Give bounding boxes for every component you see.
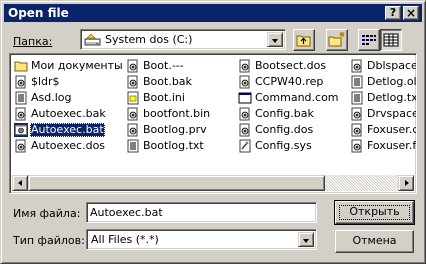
settings-file-icon [127,91,139,105]
filetype-label: Тип файлов: [13,234,85,247]
filename-field[interactable] [86,202,317,223]
location-label-text: Папка: [13,35,53,48]
file-name: Asd.log [31,91,72,104]
details-view-icon [383,33,399,47]
focus-rect [339,205,410,220]
file-name: Мои документы [31,59,123,72]
filetype-value: All Files (*.*) [91,233,159,246]
location-label: Папка: [13,35,52,48]
chevron-down-icon [272,39,278,43]
file-name: Boot.bak [143,75,192,88]
file-name: Detlog.old [367,75,417,88]
file-name: Bootsect.dos [255,59,327,72]
file-name: Dblspace.ini [367,59,416,72]
system-file-icon [351,139,362,153]
filename-input[interactable] [90,205,310,220]
text-file-icon [127,139,139,153]
file-name: Autoexec.dos [31,139,106,152]
location-dropdown-button[interactable] [267,32,283,47]
file-name: Command.com [255,91,339,104]
app-file-icon [238,92,252,104]
title-bar[interactable]: Open file ? × [4,4,422,22]
filetype-dropdown-button[interactable] [298,232,314,247]
file-name: Boot.--- [143,59,184,72]
open-file-dialog: Open file ? × Папка: System dos (C:) Мои… [0,0,426,264]
system-file-icon [127,123,138,137]
system-file-icon [15,139,26,153]
file-name: Config.sys [255,139,312,152]
filename-label: Имя файла: [13,207,81,220]
filetype-select[interactable]: All Files (*.*) [86,229,317,250]
file-name: Config.dos [255,123,314,136]
help-button[interactable]: ? [385,6,401,20]
location-value: System dos (C:) [105,33,193,46]
system-file-icon [15,107,26,121]
system-file-icon [239,59,250,73]
details-view-button[interactable] [380,29,402,51]
cancel-button[interactable]: Отмена [335,230,414,253]
system-file-icon [127,75,138,89]
new-folder-icon [328,32,345,47]
system-file-icon [15,75,26,89]
scroll-thumb[interactable] [28,175,325,191]
file-list[interactable]: Мои документы $ldr$ Asd.log Autoexec.bak Aut… [9,53,417,194]
drive-icon [84,33,101,46]
list-view-button[interactable] [358,29,380,51]
arrow-right-icon [405,180,409,186]
system-file-icon [127,107,138,121]
system-file-icon [239,107,250,121]
file-name: Foxuser.fpt [367,139,417,152]
close-button[interactable]: × [403,6,419,20]
config-file-icon [239,139,251,153]
location-combo[interactable]: System dos (C:) [80,29,286,50]
file-name: Boot.ini [143,91,185,104]
file-name: $ldr$ [31,75,60,88]
file-name: Config.bak [255,107,314,120]
file-name: CCPW40.rep [255,75,324,88]
chevron-down-icon [303,239,309,243]
file-name: Detlog.txt [367,91,417,104]
new-folder-button[interactable] [326,29,348,51]
scroll-left-button[interactable] [12,175,28,191]
file-name: Foxuser.dbf [367,123,416,136]
file-name: Autoexec.bat [30,123,105,137]
scroll-right-button[interactable] [398,175,414,191]
arrow-left-icon [18,180,22,186]
system-file-icon [351,123,362,137]
file-name: bootfont.bin [143,107,211,120]
horizontal-scrollbar[interactable] [12,175,414,191]
file-name: Autoexec.bak [31,107,106,120]
system-file-icon [239,123,250,137]
folder-up-icon [296,35,311,47]
batch-file-icon [14,123,28,137]
text-file-icon [351,75,363,89]
folder-file-icon [14,61,28,72]
text-file-icon [15,91,27,105]
file-name: Bootlog.txt [143,139,204,152]
system-file-icon [351,59,362,73]
cancel-button-label: Отмена [352,234,397,247]
text-file-icon [351,91,363,105]
file-name: Bootlog.prv [143,123,207,136]
file-name: Drvspace.bin [367,107,416,120]
open-button[interactable]: Открыть [334,200,415,225]
up-folder-button[interactable] [293,29,315,51]
system-file-icon [351,107,362,121]
system-file-icon [239,75,250,89]
system-file-icon [127,59,138,73]
list-view-icon [362,35,376,45]
window-title: Open file [8,6,69,20]
